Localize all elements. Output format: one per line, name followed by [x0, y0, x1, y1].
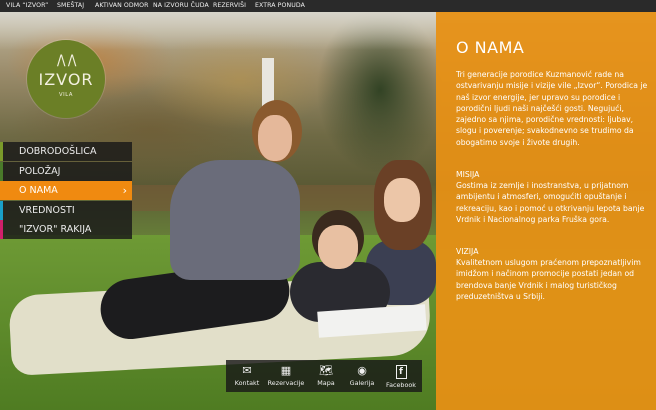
- content-panel: O NAMA Tri generacije porodice Kuzmanovi…: [436, 12, 656, 410]
- rezervacije-button[interactable]: ▦ Rezervacije: [266, 360, 306, 392]
- top-menu-aktivan-odmor[interactable]: AKTIVAN ODMOR: [95, 0, 149, 12]
- envelope-icon: ✉: [242, 364, 252, 377]
- nav-item-polozaj[interactable]: POLOŽAJ: [0, 161, 132, 181]
- logo-mark: /\ /\: [57, 53, 76, 69]
- calendar-icon: ▦: [280, 364, 292, 377]
- top-menu-vila-izvor[interactable]: VILA “IZVOR”: [6, 0, 48, 12]
- map-icon: 🗺: [319, 364, 333, 377]
- misija-text: Gostima iz zemlje i inostranstva, u prij…: [456, 181, 645, 224]
- boy-face: [318, 225, 358, 269]
- page-title: O NAMA: [456, 38, 525, 57]
- nav-stripe: [0, 142, 3, 161]
- side-nav: DOBRODOŠLICA POLOŽAJ O NAMA › VREDNOSTI …: [0, 142, 132, 240]
- nav-item-label: POLOŽAJ: [19, 165, 61, 177]
- rezervacije-label: Rezervacije: [267, 379, 305, 387]
- camera-icon: ◉: [357, 364, 367, 377]
- vizija-text: Kvalitetnom uslugom praćenom prepoznatlj…: [456, 258, 641, 301]
- top-menu-extra-ponuda[interactable]: EXTRA PONUDA: [255, 0, 305, 12]
- logo[interactable]: /\ /\ IZVOR VILA: [27, 40, 105, 118]
- misija-heading: MISIJA: [456, 170, 480, 179]
- nav-stripe: [0, 161, 3, 181]
- intro-text: Tri generacije porodice Kuzmanović rade …: [456, 70, 648, 147]
- vizija-heading: VIZIJA: [456, 247, 479, 256]
- nav-item-label: O NAMA: [19, 185, 58, 196]
- galerija-label: Galerija: [349, 379, 375, 387]
- logo-subtitle: VILA: [58, 92, 74, 98]
- nav-stripe: [0, 220, 3, 239]
- top-menu-na-izvoru-cuda[interactable]: NA IZVORU ČUDA: [153, 0, 209, 12]
- galerija-button[interactable]: ◉ Galerija: [346, 360, 378, 392]
- facebook-label: Facebook: [385, 381, 417, 389]
- nav-stripe: [0, 200, 3, 220]
- top-menu-rezervisi[interactable]: REZERVIŠI: [213, 0, 246, 12]
- mapa-label: Mapa: [317, 379, 335, 387]
- facebook-button[interactable]: f Facebook: [384, 360, 418, 392]
- top-menu-bar: VILA “IZVOR” SMEŠTAJ AKTIVAN ODMOR NA IZ…: [0, 0, 656, 12]
- woman-body: [170, 160, 300, 280]
- nav-item-dobrodoslica[interactable]: DOBRODOŠLICA: [0, 142, 132, 161]
- nav-item-label: DOBRODOŠLICA: [19, 146, 97, 157]
- nav-item-vrednosti[interactable]: VREDNOSTI: [0, 200, 132, 220]
- nav-stripe: [0, 181, 3, 200]
- mapa-button[interactable]: 🗺 Mapa: [314, 360, 338, 392]
- top-menu-smestaj[interactable]: SMEŠTAJ: [57, 0, 84, 12]
- bottom-icon-bar: ✉ Kontakt ▦ Rezervacije 🗺 Mapa ◉ Galerij…: [226, 360, 422, 392]
- logo-name: IZVOR: [38, 70, 94, 89]
- nav-item-label: "IZVOR" RAKIJA: [19, 224, 92, 235]
- nav-item-izvor-rakija[interactable]: "IZVOR" RAKIJA: [0, 220, 132, 239]
- chevron-right-icon: ›: [122, 184, 127, 197]
- girl-face: [384, 178, 420, 222]
- nav-item-o-nama[interactable]: O NAMA ›: [0, 181, 132, 200]
- facebook-icon: f: [395, 365, 407, 379]
- woman-face: [258, 115, 292, 161]
- nav-item-label: VREDNOSTI: [19, 204, 75, 216]
- kontakt-button[interactable]: ✉ Kontakt: [232, 360, 262, 392]
- kontakt-label: Kontakt: [234, 379, 260, 387]
